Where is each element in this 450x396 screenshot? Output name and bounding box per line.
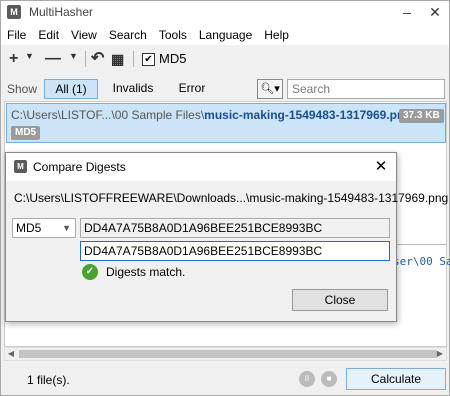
search-input[interactable]: Search (287, 79, 445, 99)
settings-icon[interactable]: ▦ (111, 49, 124, 69)
show-label: Show (7, 82, 38, 96)
menu-edit[interactable]: Edit (32, 25, 65, 45)
menu-search[interactable]: Search (103, 25, 153, 45)
dialog-file-path: C:\Users\LISTOFFREEWARE\Downloads...\mus… (14, 191, 449, 205)
horizontal-scrollbar[interactable]: ◀ ▶ (4, 347, 447, 361)
status-bar: 1 file(s). II ■ Calculate (1, 363, 449, 395)
dialog-title-bar: M Compare Digests ✕ (6, 153, 396, 181)
chevron-down-icon: ▼ (62, 223, 71, 233)
calculate-button[interactable]: Calculate (346, 368, 446, 390)
file-row[interactable]: C:\Users\LISTOF...\00 Sample Files\music… (6, 103, 446, 143)
menu-tools[interactable]: Tools (153, 25, 193, 45)
filter-all-tab[interactable]: All (1) (44, 79, 98, 99)
list-divider (394, 244, 446, 245)
toolbar-separator (133, 51, 134, 67)
file-count: 1 file(s). (27, 373, 70, 387)
close-window-button[interactable]: ✕ (421, 1, 449, 25)
title-bar: M MultiHasher – ✕ (1, 1, 449, 25)
file-path: C:\Users\LISTOF...\00 Sample Files\music… (11, 108, 412, 122)
algorithm-badge: MD5 (11, 126, 41, 140)
remove-dropdown-icon[interactable]: ▼ (69, 51, 78, 61)
app-icon: M (7, 5, 21, 19)
filter-invalids-tab[interactable]: Invalids (105, 79, 161, 99)
compare-digest-input[interactable]: DD4A7A75B8A0D1A96BEE251BCE8993BC (80, 241, 390, 261)
algorithm-select[interactable]: MD5 ▼ (12, 218, 76, 238)
md5-label: MD5 (159, 51, 187, 66)
minimize-button[interactable]: – (393, 1, 421, 25)
pause-icon[interactable]: II (299, 371, 315, 387)
scroll-right-icon[interactable]: ▶ (434, 348, 446, 360)
add-dropdown-icon[interactable]: ▼ (25, 51, 34, 61)
filter-error-tab[interactable]: Error (167, 79, 217, 99)
algorithm-value: MD5 (16, 221, 42, 235)
checkmark-icon: ✓ (82, 264, 98, 280)
match-result-text: Digests match. (106, 265, 186, 279)
file-size-badge: 37.3 KB (399, 109, 444, 123)
dialog-title: Compare Digests (33, 160, 126, 174)
menu-help[interactable]: Help (258, 25, 295, 45)
menu-bar: File Edit View Search Tools Language Hel… (1, 25, 449, 45)
toolbar: + ▼ — ▼ ↶ ▦ (1, 45, 449, 73)
close-button[interactable]: Close (292, 289, 388, 311)
scrollbar-thumb[interactable] (19, 350, 437, 358)
scroll-left-icon[interactable]: ◀ (5, 348, 17, 360)
undo-icon[interactable]: ↶ (91, 49, 104, 69)
compare-digests-dialog: M Compare Digests ✕ C:\Users\LISTOFFREEW… (5, 152, 448, 322)
dialog-close-icon[interactable]: ✕ (370, 157, 392, 177)
menu-view[interactable]: View (65, 25, 103, 45)
add-icon[interactable]: + (9, 49, 18, 69)
file-name: music-making-1549483-1317969.png (204, 108, 412, 122)
menu-language[interactable]: Language (193, 25, 258, 45)
search-options-button[interactable]: 🔍︎▾ (257, 79, 283, 99)
menu-file[interactable]: File (1, 25, 32, 45)
file-directory: C:\Users\LISTOF...\00 Sample Files\ (11, 108, 205, 122)
toolbar-separator (85, 51, 86, 67)
multihasher-window: M MultiHasher – ✕ File Edit View Search … (0, 0, 450, 396)
dialog-app-icon: M (14, 160, 27, 173)
computed-digest-field[interactable]: DD4A7A75B8A0D1A96BEE251BCE8993BC (80, 218, 390, 238)
background-file-path: ser\00 Sa (393, 255, 450, 268)
filter-bar: Show All (1) Invalids Error 🔍︎▾ Search (1, 77, 449, 101)
stop-icon[interactable]: ■ (321, 371, 337, 387)
window-title: MultiHasher (29, 5, 94, 19)
remove-icon[interactable]: — (45, 49, 61, 69)
md5-checkbox[interactable]: ✔ (142, 53, 155, 66)
